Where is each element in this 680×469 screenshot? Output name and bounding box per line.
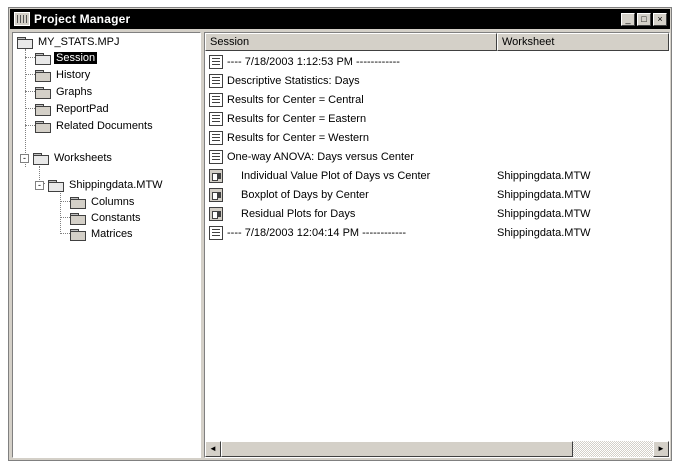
session-icon (209, 92, 223, 107)
folder-icon (35, 52, 51, 65)
list-item-label: Results for Center = Central (227, 93, 364, 106)
graph-icon (209, 206, 223, 221)
session-list: Session Worksheet ---- 7/18/2003 1:12:53… (204, 32, 670, 458)
list-item[interactable]: ---- 7/18/2003 12:04:14 PM ------------ … (205, 223, 669, 242)
list-item-label: Results for Center = Western (227, 131, 369, 144)
list-item-label: Boxplot of Days by Center (241, 188, 369, 201)
folder-icon (33, 152, 49, 165)
tree-item-reportpad[interactable]: ReportPad (35, 101, 111, 117)
list-item-label: One-way ANOVA: Days versus Center (227, 150, 414, 163)
folder-icon (70, 196, 86, 209)
collapse-icon[interactable]: - (35, 180, 44, 190)
title-bar[interactable]: Project Manager _ □ × (10, 9, 670, 29)
scroll-thumb[interactable] (221, 441, 573, 457)
scroll-track[interactable] (573, 441, 653, 457)
session-icon (209, 225, 223, 240)
list-item[interactable]: Individual Value Plot of Days vs Center … (205, 166, 669, 185)
session-icon (209, 111, 223, 126)
tree-item-label: Session (54, 52, 98, 64)
session-icon (209, 73, 223, 88)
worksheet-folder-icon (48, 179, 64, 192)
close-button[interactable]: × (653, 12, 667, 26)
tree-item-history[interactable]: History (35, 67, 92, 83)
session-icon (209, 54, 223, 69)
collapse-icon[interactable]: - (20, 153, 29, 163)
list-item[interactable]: Results for Center = Eastern (205, 109, 669, 128)
folder-icon (70, 212, 86, 225)
tree-item-label: Related Documents (56, 120, 153, 132)
list-item[interactable]: Results for Center = Western (205, 128, 669, 147)
horizontal-scrollbar[interactable]: ◄ ► (205, 441, 669, 457)
tree-item-columns[interactable]: Columns (70, 194, 136, 210)
project-tree: MY_STATS.MPJ Session History Graphs Repo… (12, 32, 201, 458)
list-item-label: Individual Value Plot of Days vs Center (241, 169, 431, 182)
graph-icon (209, 168, 223, 183)
column-header-session[interactable]: Session (205, 33, 497, 51)
list-item-worksheet: Shippingdata.MTW (497, 188, 591, 201)
list-item[interactable]: Results for Center = Central (205, 90, 669, 109)
project-icon (17, 36, 33, 49)
list-item-worksheet: Shippingdata.MTW (497, 169, 591, 182)
folder-icon (35, 86, 51, 99)
tree-root[interactable]: MY_STATS.MPJ (17, 34, 122, 50)
project-manager-icon (14, 12, 30, 26)
list-item-label: Residual Plots for Days (241, 207, 356, 220)
list-item-worksheet: Shippingdata.MTW (497, 207, 591, 220)
list-header: Session Worksheet (205, 33, 669, 51)
folder-icon (35, 120, 51, 133)
tree-root-label: MY_STATS.MPJ (38, 36, 120, 48)
window-title: Project Manager (34, 12, 131, 26)
list-item[interactable]: Boxplot of Days by Center Shippingdata.M… (205, 185, 669, 204)
list-item-label: ---- 7/18/2003 1:12:53 PM ------------ (227, 55, 400, 68)
list-item[interactable]: Descriptive Statistics: Days (205, 71, 669, 90)
tree-item-related-documents[interactable]: Related Documents (35, 118, 155, 134)
tree-item-graphs[interactable]: Graphs (35, 84, 94, 100)
tree-item-label: ReportPad (56, 103, 109, 115)
maximize-button[interactable]: □ (637, 12, 651, 26)
list-item-worksheet: Shippingdata.MTW (497, 226, 591, 239)
tree-item-session[interactable]: Session (35, 50, 98, 66)
scroll-left-button[interactable]: ◄ (205, 441, 221, 457)
list-item[interactable]: One-way ANOVA: Days versus Center (205, 147, 669, 166)
minimize-button[interactable]: _ (621, 12, 635, 26)
list-item-label: Results for Center = Eastern (227, 112, 367, 125)
session-icon (209, 149, 223, 164)
tree-item-label: Graphs (56, 86, 93, 98)
folder-icon (35, 103, 51, 116)
tree-item-label: Constants (91, 212, 141, 224)
tree-item-label: Columns (91, 196, 135, 208)
folder-icon (35, 69, 51, 82)
tree-item-matrices[interactable]: Matrices (70, 226, 135, 242)
tree-item-label: History (56, 69, 91, 81)
tree-item-label: Worksheets (54, 152, 112, 164)
tree-item-worksheets[interactable]: - Worksheets (20, 150, 114, 166)
list-item[interactable]: Residual Plots for Days Shippingdata.MTW (205, 204, 669, 223)
session-icon (209, 130, 223, 145)
tree-item-label: Shippingdata.MTW (69, 179, 163, 191)
project-manager-window: Project Manager _ □ × MY_STATS.MPJ Sessi… (8, 7, 672, 461)
graph-icon (209, 187, 223, 202)
tree-item-label: Matrices (91, 228, 133, 240)
tree-item-constants[interactable]: Constants (70, 210, 143, 226)
list-item[interactable]: ---- 7/18/2003 1:12:53 PM ------------ (205, 52, 669, 71)
scroll-right-button[interactable]: ► (653, 441, 669, 457)
folder-icon (70, 228, 86, 241)
list-item-label: ---- 7/18/2003 12:04:14 PM ------------ (227, 226, 407, 239)
column-header-worksheet[interactable]: Worksheet (497, 33, 669, 51)
list-item-label: Descriptive Statistics: Days (227, 74, 360, 87)
tree-item-shippingdata[interactable]: - Shippingdata.MTW (35, 177, 165, 193)
